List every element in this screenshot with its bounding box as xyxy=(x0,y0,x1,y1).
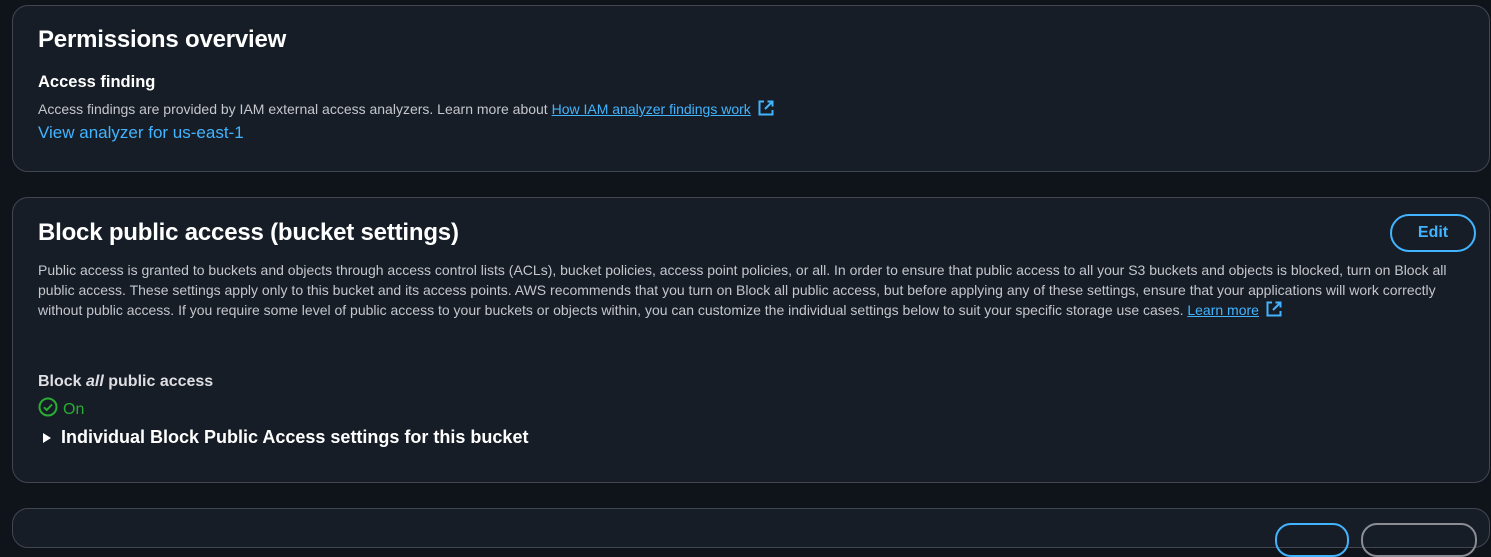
individual-settings-label: Individual Block Public Access settings … xyxy=(61,427,529,447)
edit-button[interactable]: Edit xyxy=(1390,214,1476,252)
permissions-overview-title: Permissions overview xyxy=(38,26,287,53)
block-public-access-panel: Block public access (bucket settings) Ed… xyxy=(12,197,1490,483)
access-finding-heading: Access finding xyxy=(38,73,156,91)
iam-analyzer-findings-link[interactable]: How IAM analyzer findings work xyxy=(552,101,751,117)
external-link-icon xyxy=(1265,300,1283,323)
view-analyzer-link[interactable]: View analyzer for us-east-1 xyxy=(38,123,244,143)
setting-label-suffix: public access xyxy=(103,373,214,390)
next-section-panel xyxy=(12,508,1490,557)
check-circle-icon xyxy=(38,397,58,422)
individual-settings-expander[interactable]: Individual Block Public Access settings … xyxy=(38,427,528,448)
next-section-button[interactable] xyxy=(1275,523,1349,557)
block-all-public-access-label: Block all public access xyxy=(38,373,213,391)
setting-label-emphasis: all xyxy=(86,373,104,390)
access-finding-description-line: Access findings are provided by IAM exte… xyxy=(38,99,775,122)
permissions-overview-panel: Permissions overview Access finding Acce… xyxy=(12,5,1490,172)
external-link-icon xyxy=(757,99,775,122)
status-value: On xyxy=(63,400,85,418)
access-finding-description: Access findings are provided by IAM exte… xyxy=(38,101,552,117)
learn-more-link[interactable]: Learn more xyxy=(1187,302,1259,318)
next-section-secondary-button[interactable] xyxy=(1361,523,1477,557)
block-public-access-title: Block public access (bucket settings) xyxy=(38,219,459,246)
setting-label-prefix: Block xyxy=(38,373,87,390)
caret-right-icon xyxy=(43,432,51,443)
block-all-public-access-status: On xyxy=(38,397,84,422)
block-public-access-description-block: Public access is granted to buckets and … xyxy=(38,260,1468,323)
